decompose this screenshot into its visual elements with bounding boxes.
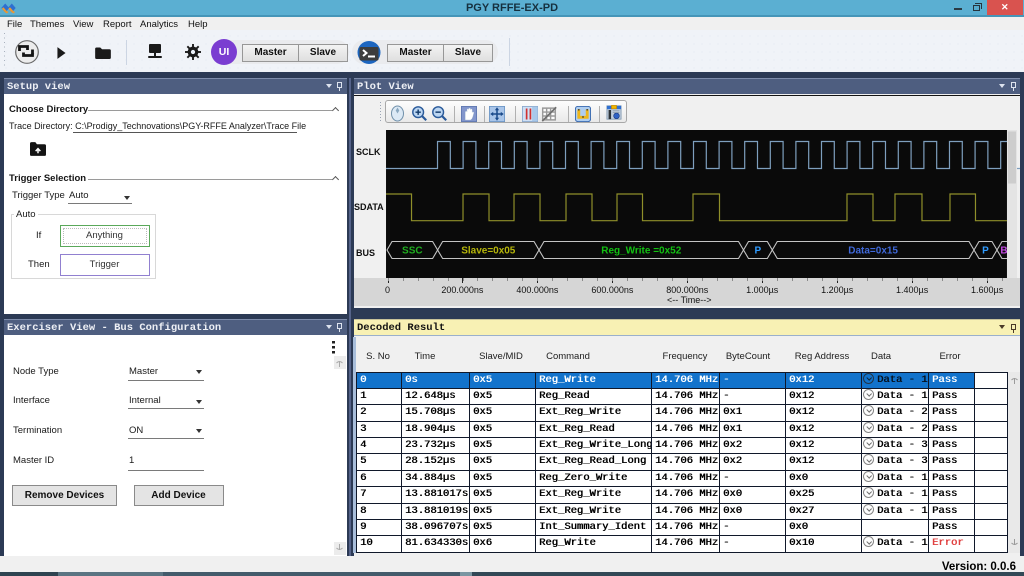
svg-text:Reg_Write =0x52: Reg_Write =0x52	[601, 245, 681, 256]
svg-text:B: B	[1000, 245, 1007, 256]
svg-text:SSC: SSC	[402, 245, 423, 256]
svg-text:Data=0x15: Data=0x15	[848, 245, 898, 256]
svg-text:Slave=0x05: Slave=0x05	[461, 245, 516, 256]
svg-text:P: P	[982, 245, 989, 256]
svg-text:P: P	[755, 245, 762, 256]
